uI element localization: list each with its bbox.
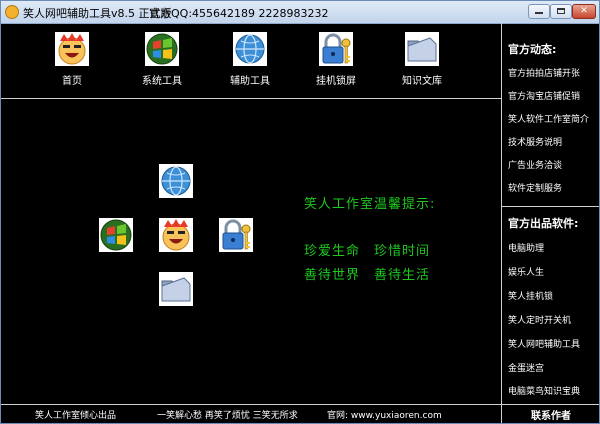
windows-logo-icon[interactable]: [99, 218, 133, 252]
lock-key-icon[interactable]: [219, 218, 253, 252]
toolbar-lock-screen-button[interactable]: 挂机锁屏: [301, 29, 371, 91]
tip-treat-life: 善待生活: [374, 268, 431, 283]
sidebar-product-item[interactable]: 笑人挂机锁: [508, 289, 553, 302]
sidebar-news-item[interactable]: 官方淘宝店铺促销: [508, 89, 580, 102]
sidebar-product-item[interactable]: 笑人定时开关机: [508, 313, 571, 326]
toolbar-aux-tools-label: 辅助工具: [230, 76, 270, 87]
toolbar-home-button[interactable]: 首页: [37, 29, 107, 91]
sidebar-news-item[interactable]: 技术服务说明: [508, 135, 562, 148]
minimize-icon: [535, 12, 543, 14]
footer-credit: 笑人工作室倾心出品: [35, 411, 117, 421]
smiley-face-icon[interactable]: [159, 218, 193, 252]
sidebar-news-item[interactable]: 广告业务洽谈: [508, 158, 562, 171]
footer-slogan: 一笑解心愁 再笑了烦忧 三笑无所求: [157, 411, 298, 421]
tip-cherish-time: 珍惜时间: [374, 244, 431, 259]
tip-cherish-life: 珍爱生命: [304, 244, 361, 259]
sidebar-product-item[interactable]: 金蛋迷宫: [508, 361, 544, 374]
folder-icon: [405, 32, 439, 66]
contact-author-button[interactable]: 联系作者: [531, 407, 571, 422]
toolbar-home-label: 首页: [62, 76, 82, 87]
close-button[interactable]: ✕: [572, 4, 596, 19]
sidebar-product-item[interactable]: 电脑菜鸟知识宝典: [508, 384, 580, 397]
toolbar-lock-screen-label: 挂机锁屏: [316, 76, 356, 87]
sidebar-news-title: 官方动态:: [508, 43, 557, 56]
smiley-face-icon: [55, 32, 89, 66]
main-toolbar: 首页 系统工具 辅助工具 挂机锁屏 知识文库: [1, 23, 501, 98]
sidebar-product-item[interactable]: 娱乐人生: [508, 265, 544, 278]
globe-icon: [233, 32, 267, 66]
toolbar-knowledge-base-label: 知识文库: [402, 76, 442, 87]
toolbar-knowledge-base-button[interactable]: 知识文库: [387, 29, 457, 91]
sidebar-product-item[interactable]: 笑人网吧辅助工具: [508, 337, 580, 350]
sidebar-products-title: 官方出品软件:: [508, 217, 579, 230]
tips-heading: 笑人工作室温馨提示:: [304, 197, 436, 212]
toolbar-system-tools-button[interactable]: 系统工具: [127, 29, 197, 91]
toolbar-aux-tools-button[interactable]: 辅助工具: [215, 29, 285, 91]
globe-icon[interactable]: [159, 164, 193, 198]
tip-treat-world: 善待世界: [304, 268, 361, 283]
lock-key-icon: [319, 32, 353, 66]
windows-logo-icon: [145, 32, 179, 66]
title-bar[interactable]: 笑人网吧辅助工具v8.5 正式版 官方QQ:455642189 22289832…: [1, 1, 599, 24]
maximize-button[interactable]: [550, 4, 572, 19]
footer-vertical-divider: [501, 404, 502, 423]
app-window: 笑人网吧辅助工具v8.5 正式版 官方QQ:455642189 22289832…: [0, 0, 600, 424]
sidebar-divider: [501, 23, 502, 404]
footer-website-link[interactable]: 官网: www.yuxiaoren.com: [327, 408, 442, 421]
minimize-button[interactable]: [528, 4, 550, 19]
maximize-icon: [557, 8, 565, 14]
sidebar-section-divider: [502, 206, 599, 207]
sidebar-news-item[interactable]: 官方拍拍店铺开张: [508, 66, 580, 79]
sidebar-news-item[interactable]: 笑人软件工作室简介: [508, 112, 589, 125]
official-qq-text: 官方QQ:455642189 2228983232: [149, 7, 329, 20]
toolbar-divider: [1, 98, 501, 99]
footer-divider: [1, 404, 599, 405]
folder-icon[interactable]: [159, 272, 193, 306]
sidebar-news-item[interactable]: 软件定制服务: [508, 181, 562, 194]
close-icon: ✕: [580, 6, 588, 16]
app-icon: [5, 5, 19, 19]
toolbar-system-tools-label: 系统工具: [142, 76, 182, 87]
sidebar-product-item[interactable]: 电脑助理: [508, 241, 544, 254]
